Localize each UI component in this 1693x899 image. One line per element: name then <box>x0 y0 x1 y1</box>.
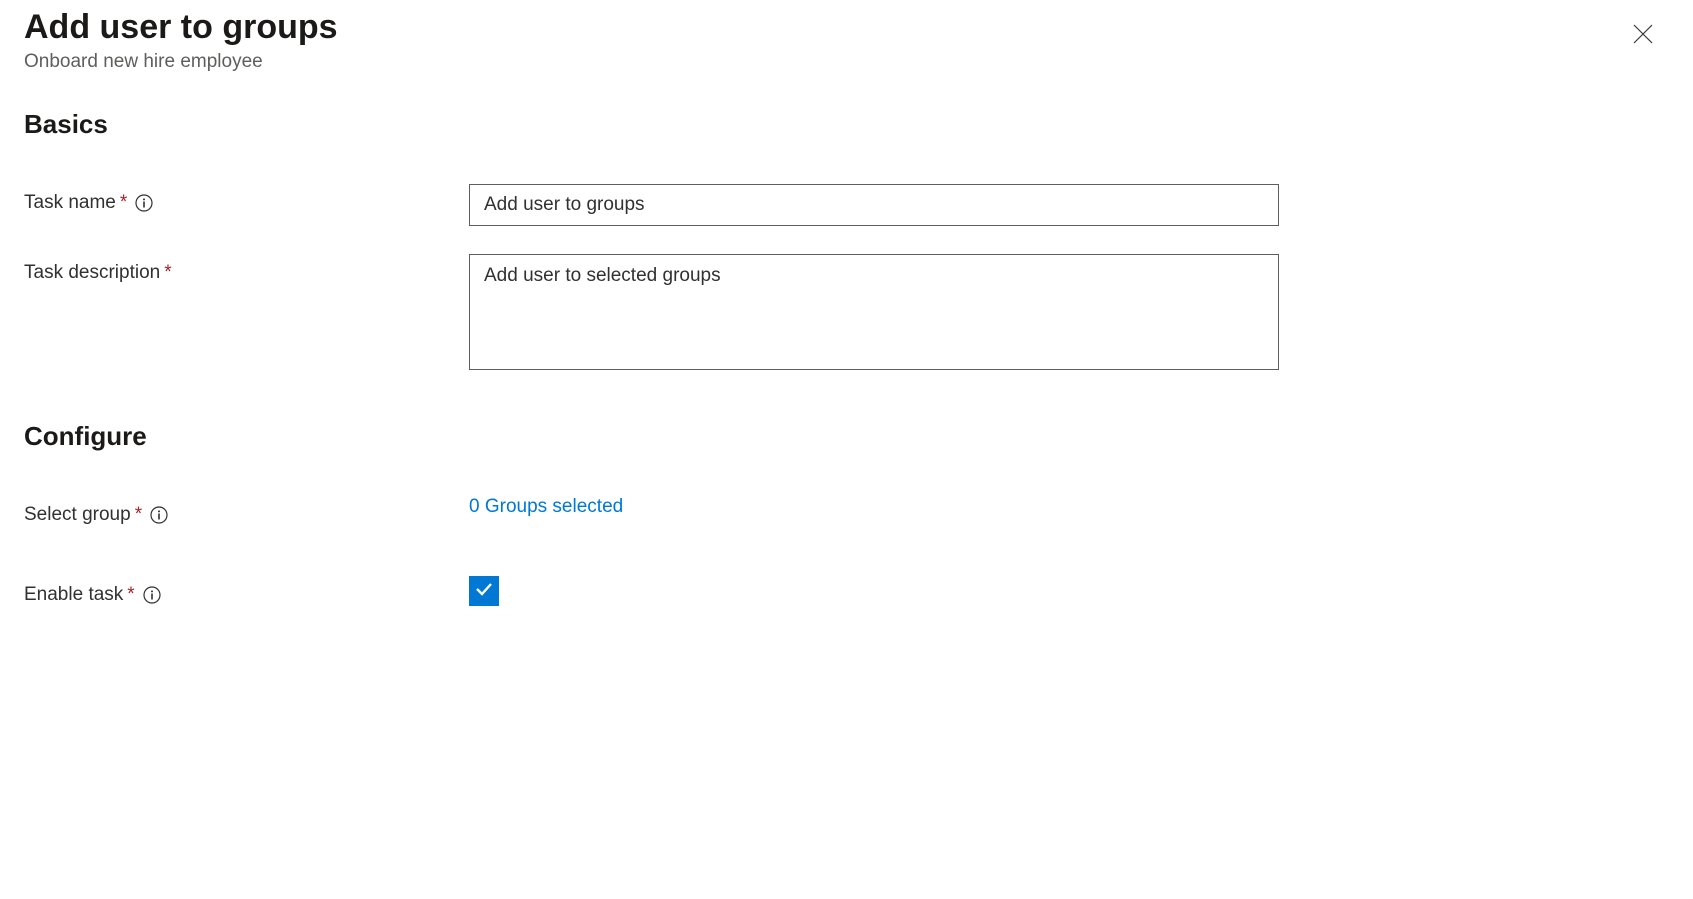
checkmark-icon <box>474 579 494 604</box>
required-asterisk: * <box>135 504 142 526</box>
task-description-label: Task description <box>24 262 160 284</box>
enable-task-label: Enable task <box>24 584 123 606</box>
close-button[interactable] <box>1625 16 1661 55</box>
required-asterisk: * <box>127 584 134 606</box>
info-icon[interactable] <box>143 586 161 604</box>
groups-selected-link[interactable]: 0 Groups selected <box>469 496 623 517</box>
required-asterisk: * <box>120 192 127 214</box>
configure-heading: Configure <box>24 421 1669 452</box>
select-group-label: Select group <box>24 504 131 526</box>
basics-heading: Basics <box>24 109 1669 140</box>
task-description-input[interactable]: Add user to selected groups <box>469 254 1279 370</box>
info-icon[interactable] <box>150 506 168 524</box>
required-asterisk: * <box>164 262 171 284</box>
task-name-input[interactable] <box>469 184 1279 226</box>
page-subtitle: Onboard new hire employee <box>24 51 338 73</box>
close-icon <box>1631 34 1655 49</box>
info-icon[interactable] <box>135 194 153 212</box>
page-title: Add user to groups <box>24 8 338 47</box>
task-name-label: Task name <box>24 192 116 214</box>
enable-task-checkbox[interactable] <box>469 576 499 606</box>
